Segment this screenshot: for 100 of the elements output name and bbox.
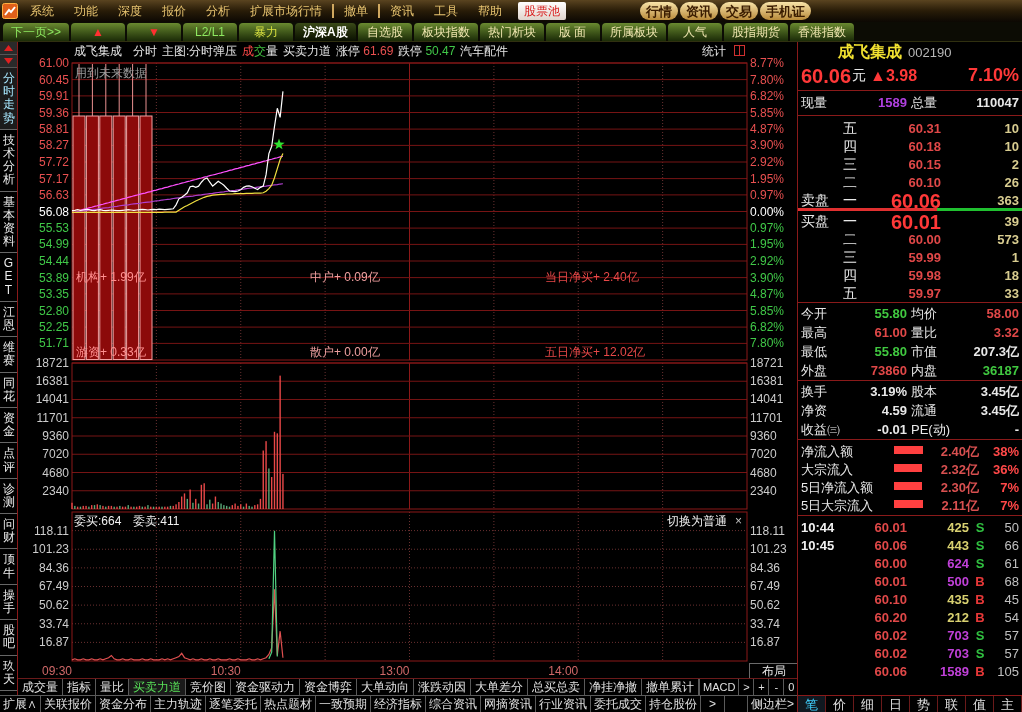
axis-label: 18721 bbox=[750, 356, 784, 370]
trade-price: 60.00 bbox=[873, 555, 907, 573]
stat-label: 净资 bbox=[801, 401, 828, 420]
book-quantity: 1 bbox=[1010, 248, 1019, 267]
trade-volume: 212 bbox=[946, 609, 969, 627]
limit-down-label: 跌停 bbox=[398, 42, 423, 60]
axis-label: 1.95% bbox=[750, 171, 785, 186]
trade-time: 10:45 bbox=[801, 537, 836, 555]
flow-label: 大宗流入 bbox=[801, 460, 854, 479]
trade-count: 61 bbox=[1003, 555, 1019, 573]
axis-label: 5.85% bbox=[750, 303, 785, 318]
currency-unit: 元 bbox=[852, 66, 867, 85]
trade-price: 60.20 bbox=[873, 609, 907, 627]
flow-percent: 7% bbox=[999, 496, 1019, 515]
stat-label: 流通 bbox=[910, 401, 938, 420]
axis-label: 118.11 bbox=[34, 523, 69, 538]
book-price: 59.97 bbox=[907, 284, 941, 303]
time-axis-label: 09:30 bbox=[41, 664, 72, 678]
trade-volume: 703 bbox=[946, 645, 969, 663]
axis-label: 56.63 bbox=[38, 187, 69, 202]
stat-value: 36187 bbox=[981, 361, 1019, 380]
indicator-label: 买卖力道 bbox=[283, 42, 332, 60]
flow-amount: 2.30亿 bbox=[940, 478, 979, 497]
trade-volume: 1589 bbox=[939, 663, 969, 681]
trade-side: B bbox=[974, 573, 986, 591]
stat-label: 收益㈢ bbox=[801, 420, 841, 439]
axis-label: 2.92% bbox=[750, 155, 785, 169]
axis-label: 16.87 bbox=[38, 635, 69, 650]
axis-label: 11701 bbox=[750, 410, 783, 425]
trade-volume: 425 bbox=[946, 519, 969, 537]
stat-label: 现量 bbox=[801, 94, 828, 113]
stock-name: 成飞集成 bbox=[74, 42, 122, 60]
stat-label: 总量 bbox=[910, 94, 938, 113]
axis-label: 5.85% bbox=[750, 105, 785, 120]
stat-label: 内盘 bbox=[910, 361, 938, 380]
book-level-label: 五 bbox=[843, 119, 858, 138]
book-quantity: 26 bbox=[1003, 173, 1019, 192]
axis-label: 33.74 bbox=[750, 616, 781, 631]
stat-value: 207.3亿 bbox=[972, 342, 1019, 361]
axis-label: 7020 bbox=[750, 447, 777, 462]
flow-percent: 38% bbox=[991, 442, 1019, 461]
book-level-label: 三 bbox=[843, 248, 858, 267]
stat-label: 均价 bbox=[910, 304, 938, 323]
book-quantity: 2 bbox=[1010, 155, 1019, 174]
stat-label: 换手 bbox=[801, 382, 828, 401]
trade-count: 68 bbox=[1003, 573, 1019, 591]
trade-price: 60.06 bbox=[873, 663, 907, 681]
limit-up-value: 61.69 bbox=[363, 42, 394, 60]
book-quantity: 10 bbox=[1003, 119, 1019, 138]
stat-value: -0.01 bbox=[876, 420, 907, 439]
period-label: 分时 bbox=[133, 42, 157, 60]
book-quantity: 18 bbox=[1003, 266, 1019, 285]
sector-label: 汽车配件 bbox=[460, 42, 509, 60]
book-price: 59.99 bbox=[907, 248, 941, 267]
trade-count: 57 bbox=[1003, 645, 1019, 663]
stat-value: - bbox=[1013, 420, 1019, 439]
volume-legend: 成交量 bbox=[242, 41, 279, 60]
trade-side: S bbox=[974, 519, 986, 537]
stat-value: 61.00 bbox=[873, 323, 907, 342]
axis-label: 54.44 bbox=[38, 254, 69, 268]
axis-label: 4.87% bbox=[750, 122, 785, 137]
capital-flow-label: 中户+ 0.09亿 bbox=[310, 270, 380, 284]
trade-count: 45 bbox=[1003, 591, 1019, 609]
limit-down-value: 50.47 bbox=[425, 42, 456, 60]
axis-label: 2.92% bbox=[750, 254, 785, 268]
stat-value: 3.19% bbox=[869, 382, 907, 401]
stat-value: 1589 bbox=[877, 94, 907, 113]
axis-label: 3.90% bbox=[750, 270, 785, 285]
flow-label: 5日大宗流入 bbox=[801, 496, 875, 515]
axis-label: 84.36 bbox=[38, 560, 69, 575]
trade-price: 60.10 bbox=[873, 591, 907, 609]
stat-label: 量比 bbox=[910, 323, 938, 342]
axis-label: 54.99 bbox=[38, 237, 69, 252]
book-level-label: 四 bbox=[843, 266, 858, 285]
axis-label: 1.95% bbox=[750, 237, 785, 252]
book-price: 59.98 bbox=[907, 266, 941, 285]
axis-label: 0.00% bbox=[750, 204, 785, 219]
trade-count: 50 bbox=[1003, 519, 1019, 537]
axis-label: 6.82% bbox=[750, 88, 785, 103]
main-chart-label: 主图:分时弹压 bbox=[162, 42, 238, 60]
book-level-label: 一 bbox=[843, 212, 858, 231]
book-price: 60.10 bbox=[907, 173, 941, 192]
axis-label: 6.82% bbox=[750, 320, 785, 335]
axis-label: 4.87% bbox=[750, 286, 785, 301]
axis-label: 52.25 bbox=[38, 320, 69, 335]
axis-label: 18721 bbox=[35, 356, 69, 370]
axis-label: 55.53 bbox=[38, 221, 69, 236]
axis-label: 33.74 bbox=[38, 616, 69, 631]
axis-label: 61.00 bbox=[38, 56, 69, 70]
book-quantity: 363 bbox=[996, 191, 1019, 210]
axis-label: 3.90% bbox=[750, 138, 785, 153]
axis-label: 8.77% bbox=[750, 56, 785, 70]
trade-side: B bbox=[974, 609, 986, 627]
axis-label: 9360 bbox=[750, 429, 777, 443]
book-price: 60.01 bbox=[889, 212, 941, 231]
trade-volume: 624 bbox=[946, 555, 969, 573]
axis-label: 14041 bbox=[750, 392, 784, 407]
axis-label: 52.80 bbox=[38, 303, 69, 318]
stat-value: 4.59 bbox=[880, 401, 907, 420]
trade-count: 66 bbox=[1003, 537, 1019, 555]
